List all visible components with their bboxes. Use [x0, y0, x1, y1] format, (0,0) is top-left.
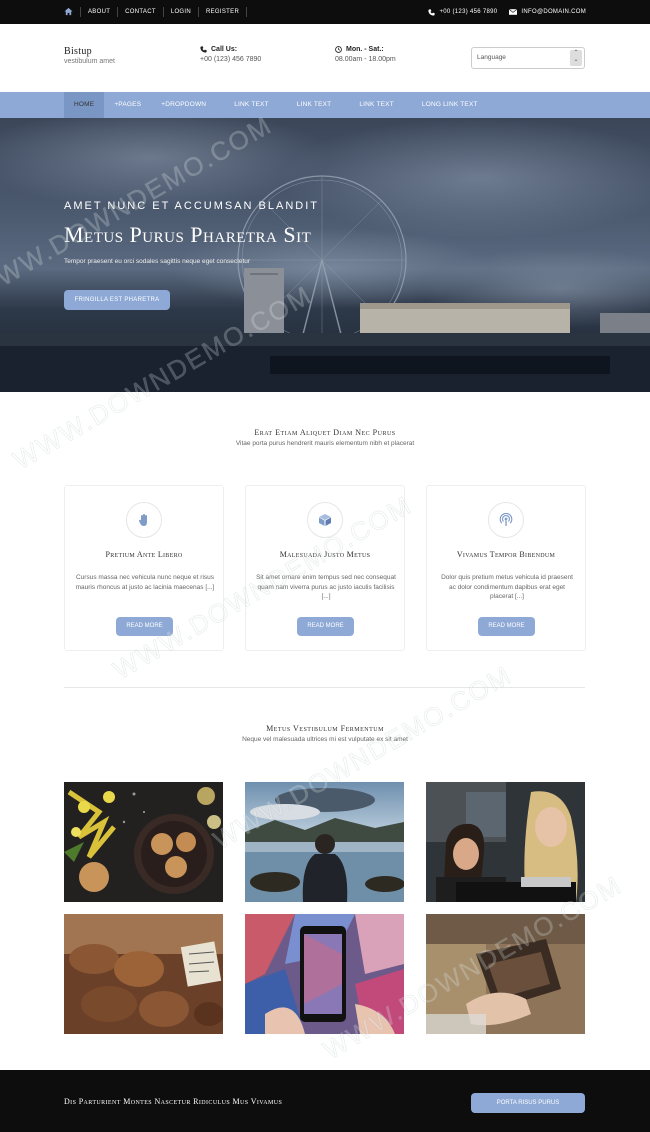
top-link-login[interactable]: LOGIN [162, 7, 198, 17]
main-nav: HOME +PAGES +DROPDOWN LINK TEXT LINK TEX… [0, 92, 650, 118]
hero-background-image [0, 118, 650, 392]
feature-card-title: Malesuada Justo Metus [279, 550, 371, 559]
top-nav: ABOUT CONTACT LOGIN REGISTER [80, 0, 248, 24]
hand-icon [126, 502, 162, 538]
select-arrows-icon: ⌃ ⌄ [570, 50, 582, 66]
top-link-about[interactable]: ABOUT [80, 7, 117, 17]
nav-item-pages[interactable]: +PAGES [104, 92, 151, 118]
features-subtitle: Vitae porta purus hendrerit mauris eleme… [235, 440, 415, 447]
read-more-button[interactable]: READ MORE [116, 617, 173, 636]
nav-item-link-3[interactable]: LINK TEXT [341, 92, 404, 118]
broadcast-icon [488, 502, 524, 538]
call-info: Call Us: +00 (123) 456 7890 [200, 46, 261, 63]
footer-text: Dis Parturient Montes Nascetur Ridiculus… [64, 1097, 283, 1106]
header: Bistup vestibulum amet Call Us: +00 (123… [0, 24, 650, 92]
feature-card-title: Pretium Ante Libero [105, 550, 183, 559]
features-title: Erat Etiam Aliquet Diam Nec Purus [254, 428, 396, 437]
hours-label: Mon. - Sat.: [346, 46, 384, 53]
hero-title: Metus Purus Pharetra Sit [64, 222, 312, 247]
feature-card-title: Vivamus Tempor Bibendum [456, 550, 556, 559]
language-select-value: Language [477, 54, 506, 61]
call-label: Call Us: [211, 46, 238, 53]
logo-subtitle: vestibulum amet [64, 58, 115, 65]
feature-card-text: Cursus massa nec vehicula nunc neque et … [75, 574, 215, 591]
gallery-image-phone-mural[interactable] [245, 914, 404, 1034]
logo-title: Bistup [64, 46, 92, 57]
clock-icon [335, 46, 342, 53]
logo[interactable]: Bistup vestibulum amet [64, 46, 115, 65]
feature-card: Vivamus Tempor Bibendum Dolor quis preti… [426, 485, 586, 651]
home-icon[interactable] [64, 7, 73, 16]
top-phone[interactable]: +00 (123) 456 7890 [439, 9, 497, 15]
gallery-subtitle: Neque vel malesuada ultrices mi est vulp… [242, 736, 408, 743]
feature-card-text: Sit amet ornare enim tempus sed nec cons… [256, 574, 396, 600]
footer-cta-button[interactable]: PORTA RISUS PURUS [471, 1093, 585, 1113]
phone-icon [428, 8, 436, 16]
top-link-register[interactable]: REGISTER [198, 7, 248, 17]
gallery-image-cookies[interactable] [64, 782, 223, 902]
phone-icon [200, 46, 207, 53]
hours-info: Mon. - Sat.: 08.00am - 18.00pm [335, 46, 396, 63]
feature-card-text: Dolor quis pretium metus vehicula id pra… [441, 574, 573, 600]
read-more-button[interactable]: READ MORE [297, 617, 354, 636]
footer-cta: Dis Parturient Montes Nascetur Ridiculus… [0, 1070, 650, 1132]
cube-icon [307, 502, 343, 538]
gallery-image-typewriter[interactable] [426, 914, 585, 1034]
hero-subtitle: Tempor praesent eu orci sodales sagittis… [64, 258, 251, 265]
nav-item-long-link[interactable]: LONG LINK TEXT [404, 92, 488, 118]
gallery-image-lake[interactable] [245, 782, 404, 902]
hero-banner: Amet nunc et accumsan blandit Metus Puru… [0, 118, 650, 392]
top-bar: ABOUT CONTACT LOGIN REGISTER +00 (123) 4… [0, 0, 650, 24]
envelope-icon [509, 9, 518, 15]
gallery-title: Metus Vestibulum Fermentum [266, 724, 384, 733]
nav-item-home[interactable]: HOME [64, 92, 105, 118]
hero-pretitle: Amet nunc et accumsan blandit [64, 200, 320, 212]
gallery-image-chocolates[interactable] [64, 914, 223, 1034]
top-email[interactable]: INFO@DOMAIN.COM [521, 9, 586, 15]
gallery-image-women[interactable] [426, 782, 585, 902]
nav-item-dropdown[interactable]: +DROPDOWN [151, 92, 216, 118]
call-value: +00 (123) 456 7890 [200, 56, 262, 63]
top-link-contact[interactable]: CONTACT [117, 7, 163, 17]
language-select[interactable]: Language ⌃ ⌄ [471, 47, 585, 69]
hero-cta-button[interactable]: FRINGILLA EST PHARETRA [64, 290, 170, 310]
nav-item-link-2[interactable]: LINK TEXT [279, 92, 342, 118]
top-contact: +00 (123) 456 7890 INFO@DOMAIN.COM [428, 0, 586, 24]
nav-item-link-1[interactable]: LINK TEXT [216, 92, 279, 118]
feature-card: Pretium Ante Libero Cursus massa nec veh… [64, 485, 224, 651]
section-divider [64, 687, 585, 688]
read-more-button[interactable]: READ MORE [478, 617, 535, 636]
feature-card: Malesuada Justo Metus Sit amet ornare en… [245, 485, 405, 651]
hours-value: 08.00am - 18.00pm [335, 56, 396, 63]
